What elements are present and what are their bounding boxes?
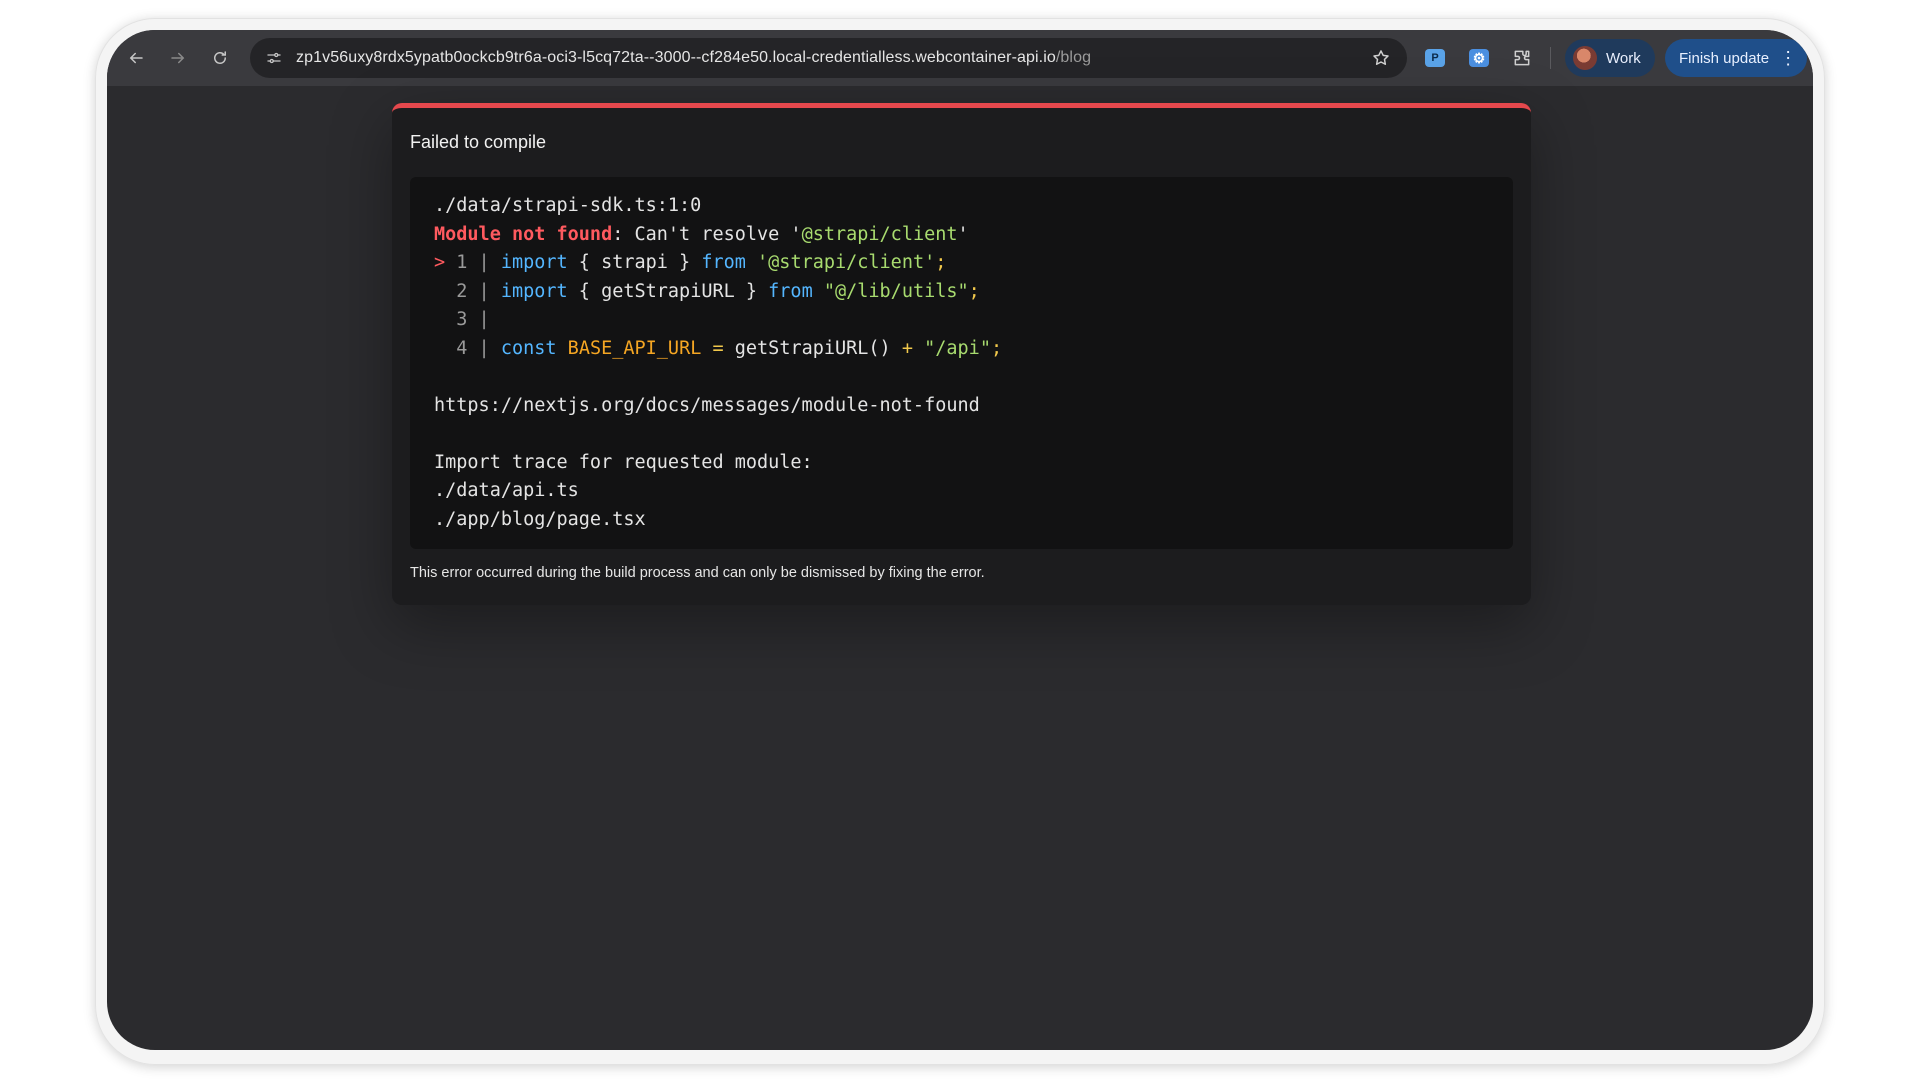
line-marker xyxy=(434,309,456,330)
error-msg-suffix: ' xyxy=(957,223,969,245)
finish-update-button[interactable]: Finish update ⋮ xyxy=(1665,39,1808,77)
code-keyword: from xyxy=(701,252,746,273)
code-keyword: import xyxy=(500,280,568,302)
site-info-icon[interactable] xyxy=(260,44,288,72)
url-host: zp1v56uxy8rdx5ypatb0ockcb9tr6a-oci3-l5cq… xyxy=(296,49,1056,66)
profile-label: Work xyxy=(1606,49,1641,67)
error-module: @strapi/client xyxy=(801,223,958,245)
more-menu-icon[interactable]: ⋮ xyxy=(1779,49,1797,67)
forward-button[interactable] xyxy=(161,41,195,75)
error-code-block: ./data/strapi-sdk.ts:1:0 Module not foun… xyxy=(410,177,1513,549)
trace-item: ./data/api.ts xyxy=(434,480,579,501)
trace-heading: Import trace for requested module: xyxy=(434,451,813,473)
code-keyword: const xyxy=(500,337,557,359)
line-marker: > xyxy=(434,252,457,273)
avatar xyxy=(1573,46,1597,70)
browser-window: zp1v56uxy8rdx5ypatb0ockcb9tr6a-oci3-l5cq… xyxy=(107,30,1813,1050)
code-constant: BASE_API_URL xyxy=(556,337,702,359)
reload-button[interactable] xyxy=(203,41,237,75)
error-file-ref: ./data/strapi-sdk.ts:1:0 xyxy=(434,195,702,216)
error-kind: Module not found xyxy=(434,223,613,245)
url-text[interactable]: zp1v56uxy8rdx5ypatb0ockcb9tr6a-oci3-l5cq… xyxy=(296,49,1091,67)
code-string: '@strapi/client' xyxy=(745,252,936,273)
bookmark-star-icon[interactable] xyxy=(1369,46,1393,70)
extension-gear-icon[interactable]: ⚙ xyxy=(1467,46,1491,70)
code-keyword: from xyxy=(768,280,813,302)
code-call: getStrapiURL() xyxy=(734,337,891,359)
browser-toolbar: zp1v56uxy8rdx5ypatb0ockcb9tr6a-oci3-l5cq… xyxy=(107,30,1813,86)
error-footer: This error occurred during the build pro… xyxy=(410,565,985,581)
extension-p-icon[interactable]: P xyxy=(1423,46,1447,70)
code-operator: = xyxy=(701,337,735,359)
error-overlay: Failed to compile ./data/strapi-sdk.ts:1… xyxy=(392,103,1531,605)
reload-icon xyxy=(214,51,226,64)
line-number: 2 xyxy=(456,280,468,302)
code-keyword: import xyxy=(500,252,568,273)
code-string: "/api" xyxy=(924,337,991,359)
error-title: Failed to compile xyxy=(410,132,547,152)
trace-item: ./app/blog/page.tsx xyxy=(434,508,646,530)
arrow-right-icon xyxy=(171,52,185,64)
docs-link[interactable]: https://nextjs.org/docs/messages/module-… xyxy=(434,395,980,416)
extensions-puzzle-icon[interactable] xyxy=(1510,46,1534,70)
finish-update-label: Finish update xyxy=(1679,49,1770,67)
code-text: { strapi } xyxy=(567,252,702,273)
address-bar[interactable]: zp1v56uxy8rdx5ypatb0ockcb9tr6a-oci3-l5cq… xyxy=(250,38,1407,78)
arrow-left-icon xyxy=(129,52,143,64)
error-code: ./data/strapi-sdk.ts:1:0 Module not foun… xyxy=(434,195,1003,530)
url-path: /blog xyxy=(1055,49,1092,66)
code-string: "@/lib/utils" xyxy=(812,280,969,302)
line-number: 3 xyxy=(456,309,468,330)
line-marker xyxy=(434,281,456,302)
code-text: { getStrapiURL } xyxy=(567,280,769,302)
toolbar-divider xyxy=(1550,47,1551,69)
profile-button[interactable]: Work xyxy=(1565,39,1655,77)
error-msg-prefix: : Can't resolve ' xyxy=(612,223,802,245)
line-number: 1 xyxy=(456,252,468,273)
code-punct: ; xyxy=(968,280,980,302)
line-marker xyxy=(434,338,456,359)
line-number: 4 xyxy=(456,337,468,359)
back-button[interactable] xyxy=(119,41,153,75)
code-punct: ; xyxy=(990,337,1003,359)
code-punct: ; xyxy=(935,252,947,273)
code-operator: + xyxy=(890,337,925,359)
